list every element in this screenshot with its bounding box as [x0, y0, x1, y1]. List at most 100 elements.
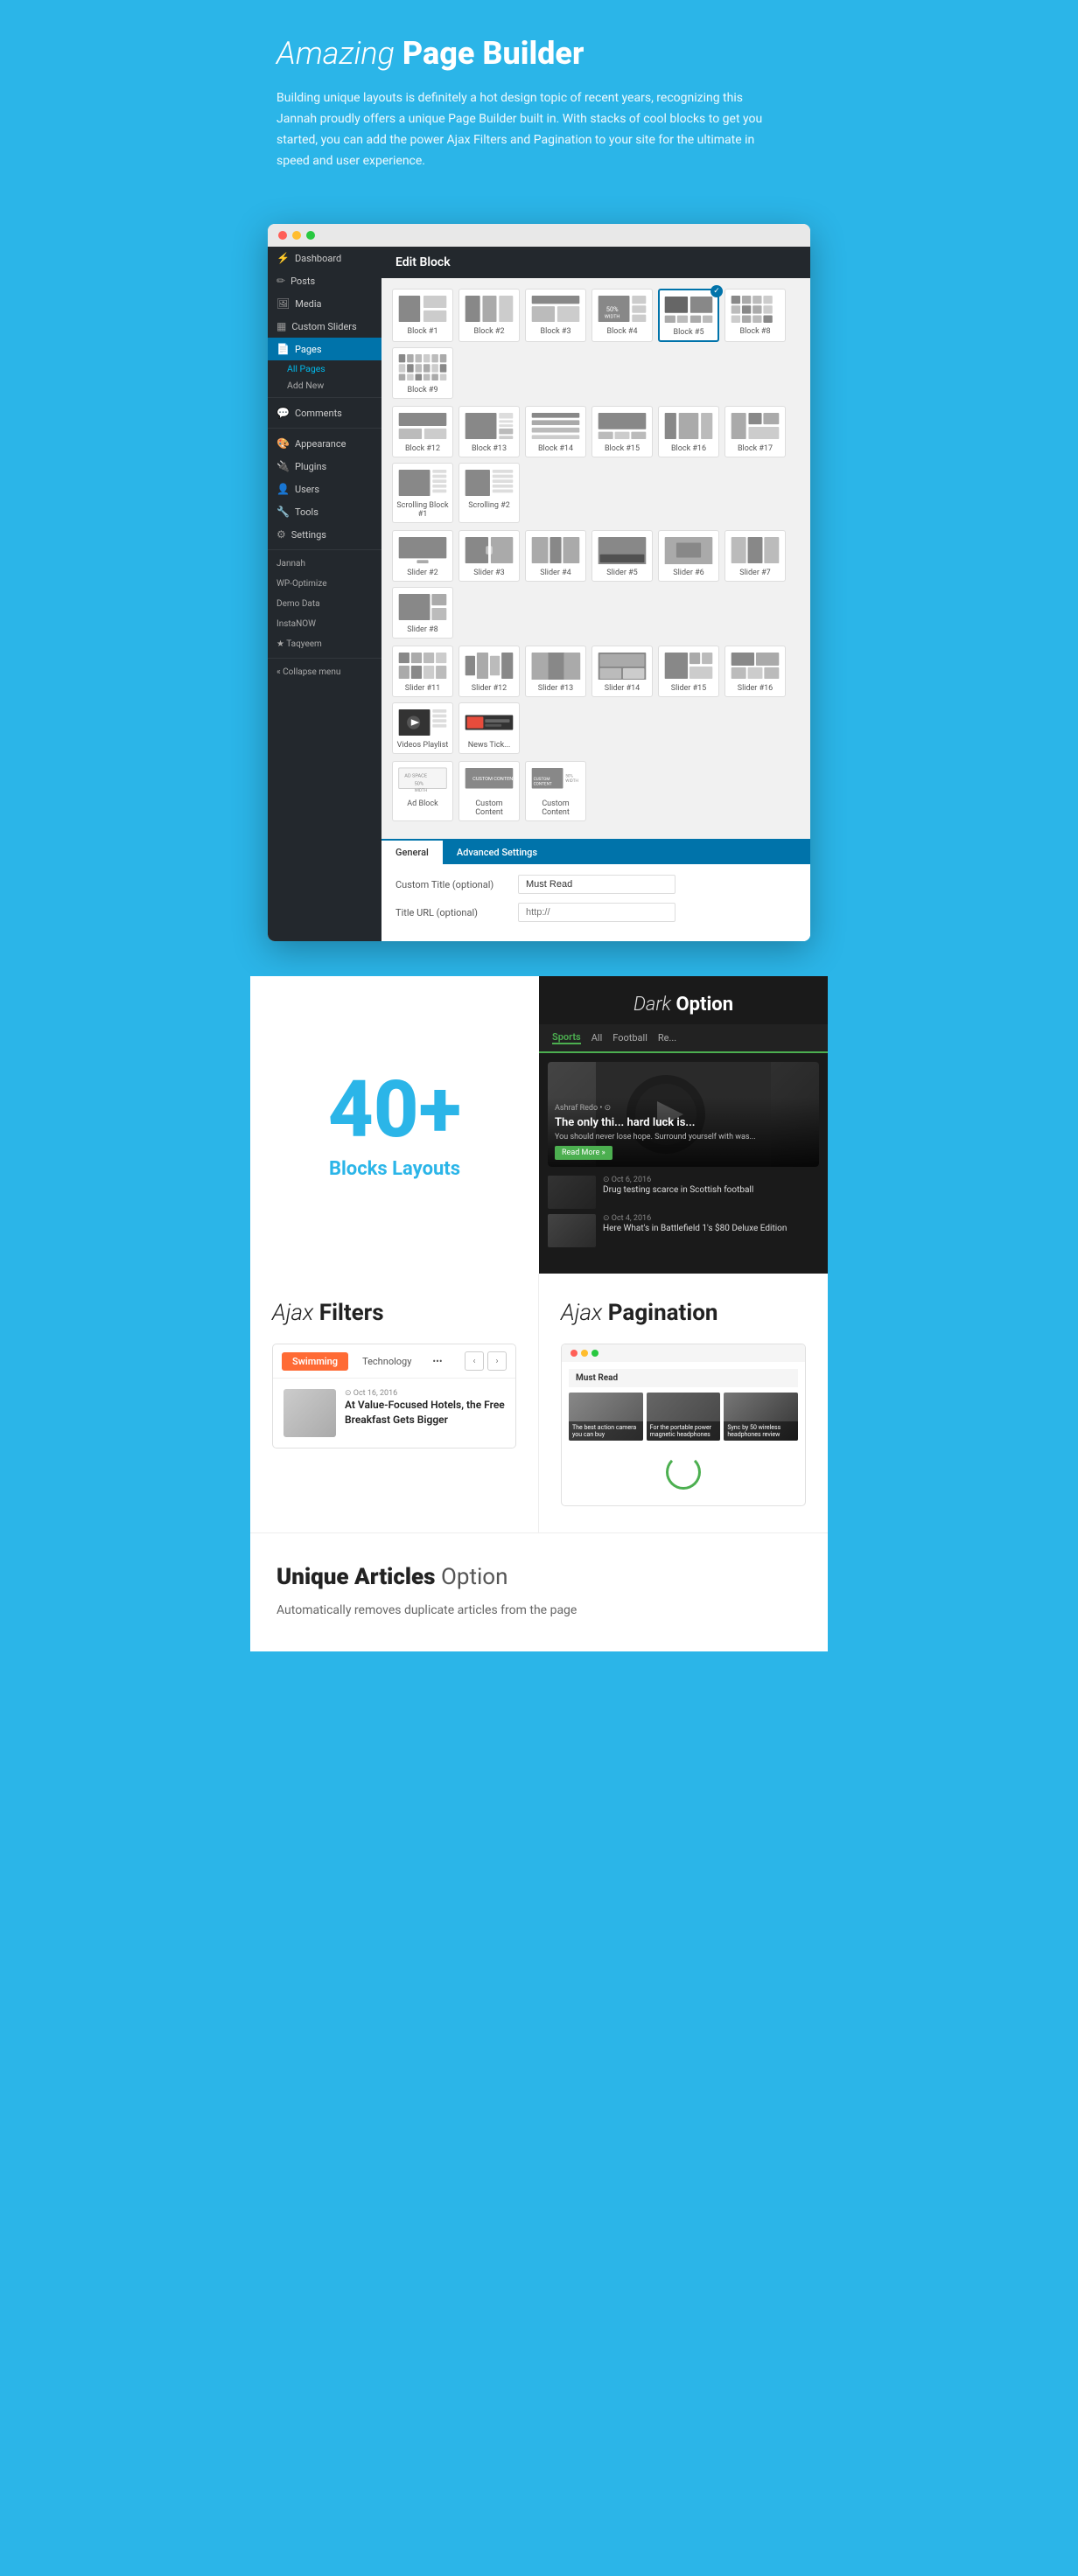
block-item-3[interactable]: Block #3 [525, 289, 586, 342]
block-item-videos-playlist[interactable]: Videos Playlist [392, 702, 453, 754]
block-item-5[interactable]: Block #5 [658, 289, 719, 342]
filter-dots[interactable]: ••• [425, 1352, 449, 1371]
block-preview-ad-block: AD SPACE50%WIDTH [396, 765, 450, 797]
filter-article-thumb [284, 1389, 336, 1437]
slider-item-11[interactable]: Slider #11 [392, 646, 453, 697]
slider-item-7[interactable]: Slider #7 [724, 530, 786, 582]
block-item-12[interactable]: Block #12 [392, 406, 453, 457]
sidebar-sub-all-pages[interactable]: All Pages [268, 360, 382, 377]
sidebar-item-instanow[interactable]: InstaNOW [268, 614, 382, 634]
sliders-icon: ▦ [276, 320, 286, 332]
custom-title-input[interactable] [518, 875, 676, 894]
sidebar-item-settings[interactable]: ⚙ Settings [268, 523, 382, 546]
settings-tabs: General Advanced Settings [382, 841, 810, 864]
block-item-custom-content-2[interactable]: CUSTOMCONTENT50%WIDTH Custom Content [525, 761, 586, 821]
slider-item-3[interactable]: Slider #3 [458, 530, 520, 582]
block-preview-custom-content-1: CUSTOM CONTENT [462, 765, 516, 797]
block-label-2: Block #2 [473, 327, 504, 336]
block-item-4[interactable]: 50% WIDTH Block #4 [592, 289, 653, 342]
pagination-card-2[interactable]: For the portable power magnetic headphon… [647, 1393, 721, 1441]
block-item-scrolling-1[interactable]: Scrolling Block #1 [392, 463, 453, 523]
sidebar-item-jannah[interactable]: Jannah [268, 554, 382, 574]
block-item-custom-content-1[interactable]: CUSTOM CONTENT Custom Content [458, 761, 520, 821]
browser-dot-yellow [292, 231, 301, 240]
sidebar-item-plugins[interactable]: 🔌 Plugins [268, 455, 382, 478]
svg-text:CUSTOM: CUSTOM [534, 777, 550, 782]
sidebar-item-custom-sliders[interactable]: ▦ Custom Sliders [268, 315, 382, 338]
sidebar-item-media[interactable]: 🖼 Media [268, 292, 382, 315]
wp-main-header: Edit Block [382, 247, 810, 278]
slider-item-8[interactable]: Slider #8 [392, 587, 453, 639]
sidebar-item-appearance[interactable]: 🎨 Appearance [268, 432, 382, 455]
title-url-input[interactable] [518, 903, 676, 922]
block-item-news-ticker[interactable]: News Tick... [458, 702, 520, 754]
block-item-15[interactable]: Block #15 [592, 406, 653, 457]
block-item-1[interactable]: Block #1 [392, 289, 453, 342]
slider-item-2[interactable]: Slider #2 [392, 530, 453, 582]
comments-icon: 💬 [276, 407, 290, 419]
dark-read-more-button[interactable]: Read More » [555, 1146, 612, 1160]
block-label-custom-content-1: Custom Content [475, 799, 503, 817]
sidebar-item-wp-optimize[interactable]: WP-Optimize [268, 574, 382, 594]
settings-field-title-url: Title URL (optional) [396, 903, 796, 922]
slider-item-14[interactable]: Slider #14 [592, 646, 653, 697]
block-label-9: Block #9 [407, 386, 438, 394]
ajax-pagination-section: Ajax Pagination Must Read The best actio… [539, 1274, 828, 1532]
pagination-card-3[interactable]: Sync by 50 wireless headphones review [724, 1393, 798, 1441]
sidebar-item-taqyeem[interactable]: ★ Taqyeem [268, 634, 382, 654]
block-label-scrolling-1: Scrolling Block #1 [396, 501, 448, 519]
block-item-8[interactable]: Block #8 [724, 289, 786, 342]
block-item-17[interactable]: Block #17 [724, 406, 786, 457]
sidebar-item-collapse[interactable]: « Collapse menu [268, 662, 382, 682]
block-item-scrolling-2[interactable]: Scrolling #2 [458, 463, 520, 523]
dark-cat-football: Football [612, 1032, 648, 1044]
slider-item-5[interactable]: Slider #5 [592, 530, 653, 582]
sidebar-item-pages[interactable]: 📄 Pages [268, 338, 382, 360]
unique-articles-description: Automatically removes duplicate articles… [276, 1601, 802, 1620]
sidebar-item-dashboard[interactable]: ⚡ Dashboard [268, 247, 382, 269]
pagination-card-1[interactable]: The best action camera you can buy [569, 1393, 643, 1441]
slider-preview-7 [728, 534, 782, 566]
svg-text:WIDTH: WIDTH [565, 778, 578, 784]
block-preview-17 [728, 410, 782, 442]
dark-list-info-2: ⊙ Oct 4, 2016 Here What's in Battlefield… [603, 1214, 819, 1234]
sidebar-item-comments[interactable]: 💬 Comments [268, 401, 382, 424]
slider-item-13[interactable]: Slider #13 [525, 646, 586, 697]
block-item-16[interactable]: Block #16 [658, 406, 719, 457]
svg-text:50%: 50% [606, 305, 619, 313]
block-item-13[interactable]: Block #13 [458, 406, 520, 457]
sidebar-item-users[interactable]: 👤 Users [268, 478, 382, 500]
slider-item-15[interactable]: Slider #15 [658, 646, 719, 697]
ajax-row: Ajax Filters Swimming Technology ••• ‹ ›… [250, 1274, 828, 1532]
sidebar-item-tools[interactable]: 🔧 Tools [268, 500, 382, 523]
ajax-filters-section: Ajax Filters Swimming Technology ••• ‹ ›… [250, 1274, 539, 1532]
slider-item-4[interactable]: Slider #4 [525, 530, 586, 582]
sidebar-sub-add-new[interactable]: Add New [268, 377, 382, 394]
block-preview-5 [662, 294, 715, 325]
filter-tab-swimming[interactable]: Swimming [282, 1352, 348, 1371]
filter-tab-technology[interactable]: Technology [355, 1352, 418, 1371]
filter-next-arrow[interactable]: › [487, 1351, 507, 1371]
filter-prev-arrow[interactable]: ‹ [465, 1351, 484, 1371]
block-item-ad-block[interactable]: AD SPACE50%WIDTH Ad Block [392, 761, 453, 821]
block-item-9[interactable]: Block #9 [392, 347, 453, 399]
slider-item-16[interactable]: Slider #16 [724, 646, 786, 697]
block-item-14[interactable]: Block #14 [525, 406, 586, 457]
block-row-2: Block #12 Block #13 Block [392, 406, 800, 523]
block-item-2[interactable]: Block #2 [458, 289, 520, 342]
appearance-icon: 🎨 [276, 437, 290, 450]
settings-tab-advanced[interactable]: Advanced Settings [443, 841, 551, 864]
dark-featured-article[interactable]: Ashraf Redo • ⊙ The only thi... hard luc… [548, 1062, 819, 1167]
slider-item-6[interactable]: Slider #6 [658, 530, 719, 582]
slider-item-12[interactable]: Slider #12 [458, 646, 520, 697]
pagination-card-overlay-3: Sync by 50 wireless headphones review [724, 1421, 798, 1442]
dark-list-item-1[interactable]: ⊙ Oct 6, 2016 Drug testing scarce in Sco… [548, 1176, 819, 1209]
sidebar-item-posts[interactable]: ✏ Posts [268, 269, 382, 292]
sidebar-item-demo-data[interactable]: Demo Data [268, 594, 382, 614]
dark-list-item-2[interactable]: ⊙ Oct 4, 2016 Here What's in Battlefield… [548, 1214, 819, 1247]
pagination-dot-green [592, 1350, 598, 1357]
posts-icon: ✏ [276, 275, 285, 287]
dashboard-icon: ⚡ [276, 252, 290, 264]
settings-tab-general[interactable]: General [382, 841, 443, 864]
wp-sidebar: ⚡ Dashboard ✏ Posts 🖼 Media ▦ Custom Sli… [268, 247, 382, 941]
